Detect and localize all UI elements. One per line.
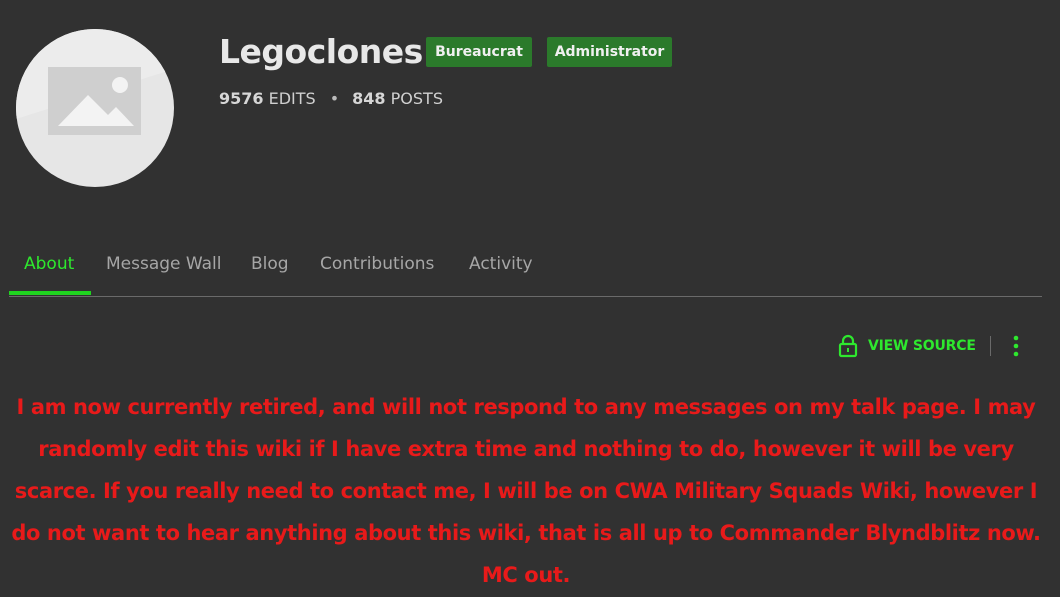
avatar <box>16 29 174 187</box>
tab-about[interactable]: About <box>24 250 74 296</box>
tab-contributions[interactable]: Contributions <box>320 250 434 296</box>
tab-contributions-label: Contributions <box>320 254 435 274</box>
stats-separator: • <box>329 89 340 108</box>
administrator-badge: Administrator <box>547 37 672 67</box>
posts-label: POSTS <box>390 89 443 108</box>
tab-message-wall-label: Message Wall <box>106 254 222 274</box>
user-stats: 9576 EDITS • 848 POSTS <box>219 88 443 110</box>
view-source-label: VIEW SOURCE <box>868 338 976 354</box>
kebab-menu-icon <box>1013 335 1019 357</box>
more-actions-button[interactable] <box>1008 334 1024 358</box>
image-placeholder-icon <box>16 29 174 135</box>
bio-text: I am now currently retired, and will not… <box>11 395 1041 587</box>
active-tab-indicator <box>9 291 91 295</box>
username-heading: Legoclones <box>219 32 423 71</box>
lock-icon <box>838 334 858 358</box>
edits-label: EDITS <box>268 89 316 108</box>
user-profile-page: Legoclones Bureaucrat Administrator 9576… <box>0 0 1060 597</box>
posts-count: 848 <box>352 89 386 108</box>
tabs-divider <box>9 296 1042 297</box>
tab-message-wall[interactable]: Message Wall <box>106 250 222 296</box>
edits-count: 9576 <box>219 89 264 108</box>
view-source-button[interactable]: VIEW SOURCE <box>838 334 976 358</box>
tab-blog[interactable]: Blog <box>251 250 289 296</box>
tab-activity-label: Activity <box>469 254 533 274</box>
tab-about-label: About <box>24 254 75 274</box>
bureaucrat-badge: Bureaucrat <box>426 37 532 67</box>
tab-activity[interactable]: Activity <box>469 250 533 296</box>
toolbar-divider <box>990 336 991 356</box>
tab-blog-label: Blog <box>251 254 289 274</box>
